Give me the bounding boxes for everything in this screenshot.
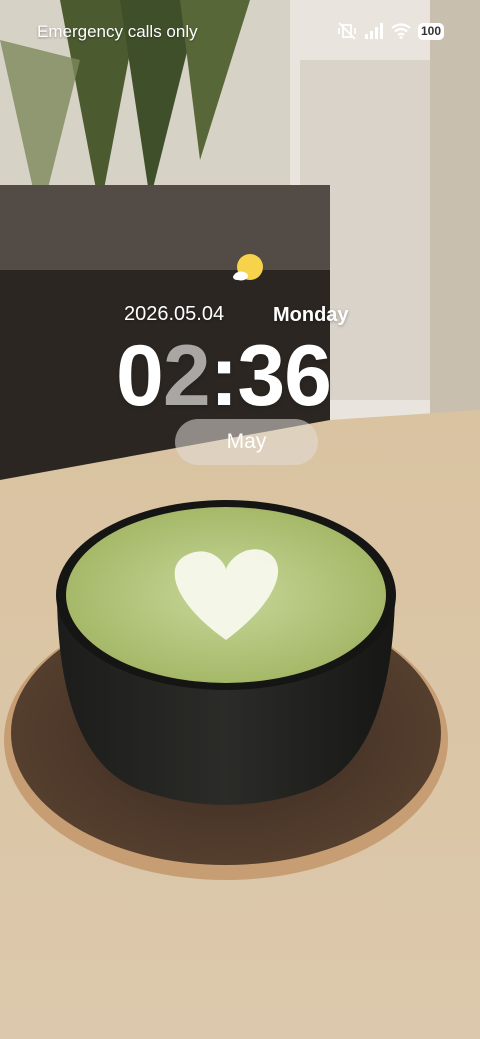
sun-cloud-icon — [233, 254, 263, 281]
clock-separator: : — [209, 328, 239, 424]
clock-minutes: 36 — [237, 328, 332, 424]
battery-icon: 100 — [417, 22, 444, 40]
signal-icon — [364, 23, 384, 39]
date-label: 2026.05.04 — [124, 303, 225, 325]
wallpaper-image — [0, 0, 480, 1039]
lockscreen-clock: 02:36 — [116, 330, 376, 422]
month-label: May — [226, 430, 267, 453]
status-bar: Emergency calls only 100 — [0, 0, 480, 64]
status-icons: 100 — [337, 22, 444, 40]
clock-hour-tens: 0 — [116, 328, 164, 424]
month-pill-button[interactable]: May — [175, 419, 318, 465]
wifi-icon — [391, 23, 411, 39]
clock-hour-ones: 2 — [162, 328, 211, 424]
carrier-status: Emergency calls only — [37, 22, 198, 41]
weekday-label: Monday — [273, 304, 349, 326]
mute-vibrate-icon — [337, 22, 357, 40]
